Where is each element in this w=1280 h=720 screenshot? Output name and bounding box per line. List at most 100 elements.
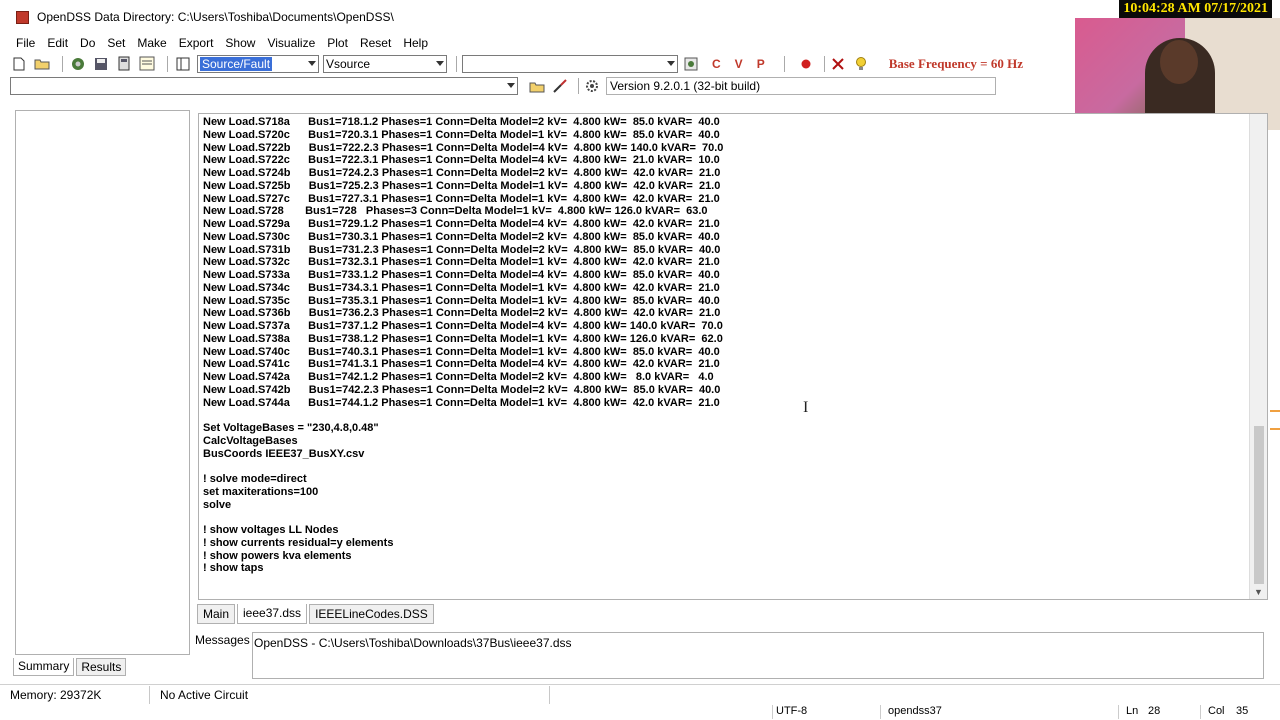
title-bar: OpenDSS Data Directory: C:\Users\Toshiba… [0, 0, 1075, 34]
menu-set[interactable]: Set [101, 36, 131, 50]
scrollbar-thumb[interactable] [1254, 426, 1264, 584]
divider [772, 705, 773, 719]
scroll-down-icon[interactable]: ▼ [1254, 587, 1263, 597]
script-line[interactable]: New Load.S741c Bus1=741.3.1 Phases=1 Con… [203, 358, 723, 371]
powers-button[interactable]: P [757, 57, 765, 71]
script-line[interactable]: New Load.S722c Bus1=722.3.1 Phases=1 Con… [203, 154, 723, 167]
script-line[interactable]: New Load.S720c Bus1=720.3.1 Phases=1 Con… [203, 129, 723, 142]
element-type-select[interactable]: Source/Fault [197, 54, 319, 73]
script-line[interactable] [203, 511, 723, 524]
menu-do[interactable]: Do [74, 36, 101, 50]
divider [880, 705, 881, 719]
clear-brush-icon[interactable] [551, 77, 569, 95]
script-line[interactable]: ! show voltages LL Nodes [203, 524, 723, 537]
script-line[interactable]: New Load.S731b Bus1=731.2.3 Phases=1 Con… [203, 244, 723, 257]
editor-scrollbar[interactable]: ▼ [1249, 114, 1267, 599]
menu-visualize[interactable]: Visualize [261, 36, 321, 50]
script-line[interactable]: New Load.S742b Bus1=742.2.3 Phases=1 Con… [203, 384, 723, 397]
script-line[interactable]: ! show currents residual=y elements [203, 537, 723, 550]
script-text[interactable]: New Load.S718a Bus1=718.1.2 Phases=1 Con… [203, 116, 723, 575]
chevron-down-icon [667, 60, 675, 66]
menu-make[interactable]: Make [131, 36, 172, 50]
circuit-status: No Active Circuit [150, 685, 550, 704]
script-line[interactable]: New Load.S718a Bus1=718.1.2 Phases=1 Con… [203, 116, 723, 129]
script-line[interactable]: New Load.S740c Bus1=740.3.1 Phases=1 Con… [203, 346, 723, 359]
new-file-icon[interactable] [10, 55, 28, 73]
command-history-select[interactable] [10, 77, 518, 95]
close-icon[interactable] [829, 55, 847, 73]
clock-overlay: 10:04:28 AM 07/17/2021 [1119, 0, 1272, 18]
summary-panel [15, 110, 190, 655]
voltages-button[interactable]: V [735, 57, 743, 71]
base-frequency-label: Base Frequency = 60 Hz [888, 55, 1023, 71]
memory-status: Memory: 29372K [0, 685, 150, 704]
script-line[interactable] [203, 409, 723, 422]
script-line[interactable]: New Load.S722b Bus1=722.2.3 Phases=1 Con… [203, 142, 723, 155]
script-line[interactable]: New Load.S732c Bus1=732.3.1 Phases=1 Con… [203, 256, 723, 269]
open-folder-icon[interactable] [528, 77, 546, 95]
element-name-value: Vsource [326, 56, 371, 71]
script-line[interactable]: CalcVoltageBases [203, 435, 723, 448]
divider [1118, 705, 1119, 719]
script-line[interactable] [203, 460, 723, 473]
record-icon[interactable] [797, 55, 815, 73]
script-line[interactable]: solve [203, 499, 723, 512]
menu-reset[interactable]: Reset [354, 36, 397, 50]
tab-summary[interactable]: Summary [13, 658, 75, 676]
chevron-down-icon [436, 60, 444, 66]
script-line[interactable]: New Load.S742a Bus1=742.1.2 Phases=1 Con… [203, 371, 723, 384]
summary-report-icon[interactable] [138, 55, 156, 73]
script-line[interactable]: ! solve mode=direct [203, 473, 723, 486]
tab-ieee37[interactable]: ieee37.dss [237, 604, 308, 624]
script-line[interactable]: New Load.S744a Bus1=744.1.2 Phases=1 Con… [203, 397, 723, 410]
line-label: Ln [1126, 705, 1139, 717]
tab-results[interactable]: Results [76, 658, 127, 676]
main-toolbar: Source/Fault Vsource C V P Base Frequenc… [0, 52, 1075, 75]
gear-icon[interactable] [583, 77, 601, 95]
script-line[interactable]: New Load.S730c Bus1=730.3.1 Phases=1 Con… [203, 231, 723, 244]
tab-ieee-line-codes[interactable]: IEEELineCodes.DSS [309, 604, 434, 624]
script-line[interactable]: Set VoltageBases = "230,4.8,0.48" [203, 422, 723, 435]
script-line[interactable]: New Load.S734c Bus1=734.3.1 Phases=1 Con… [203, 282, 723, 295]
open-folder-icon[interactable] [33, 55, 51, 73]
toolbar-separator [578, 78, 579, 94]
script-line[interactable]: New Load.S725b Bus1=725.2.3 Phases=1 Con… [203, 180, 723, 193]
edit-property-icon[interactable] [682, 55, 700, 73]
edge-marker [1270, 410, 1280, 430]
script-line[interactable]: New Load.S735c Bus1=735.3.1 Phases=1 Con… [203, 295, 723, 308]
tab-main[interactable]: Main [197, 604, 236, 624]
script-line[interactable]: New Load.S729a Bus1=729.1.2 Phases=1 Con… [203, 218, 723, 231]
menu-edit[interactable]: Edit [41, 36, 74, 50]
menu-export[interactable]: Export [173, 36, 220, 50]
webcam-face [1160, 40, 1198, 84]
menu-plot[interactable]: Plot [321, 36, 354, 50]
script-editor[interactable]: New Load.S718a Bus1=718.1.2 Phases=1 Con… [198, 113, 1268, 600]
compile-icon[interactable] [69, 55, 87, 73]
menu-help[interactable]: Help [397, 36, 434, 50]
toolbar-separator [783, 55, 785, 72]
script-line[interactable]: ! show taps [203, 562, 723, 575]
script-line[interactable]: New Load.S738a Bus1=738.1.2 Phases=1 Con… [203, 333, 723, 346]
save-icon[interactable] [92, 55, 110, 73]
script-line[interactable]: BusCoords IEEE37_BusXY.csv [203, 448, 723, 461]
script-line[interactable]: New Load.S737a Bus1=737.1.2 Phases=1 Con… [203, 320, 723, 333]
chevron-down-icon [507, 83, 515, 88]
calculator-icon[interactable] [115, 55, 133, 73]
currents-button[interactable]: C [712, 57, 721, 71]
script-line[interactable]: New Load.S724b Bus1=724.2.3 Phases=1 Con… [203, 167, 723, 180]
property-select[interactable] [462, 54, 678, 73]
script-line[interactable]: New Load.S733a Bus1=733.1.2 Phases=1 Con… [203, 269, 723, 282]
app-icon [16, 10, 29, 24]
script-line[interactable]: New Load.S727c Bus1=727.3.1 Phases=1 Con… [203, 193, 723, 206]
encoding-status: UTF-8 [776, 705, 808, 717]
script-line[interactable]: ! show powers kva elements [203, 550, 723, 563]
lightbulb-icon[interactable] [852, 55, 870, 73]
element-name-select[interactable]: Vsource [323, 54, 447, 73]
menu-show[interactable]: Show [219, 36, 261, 50]
script-line[interactable]: New Load.S728 Bus1=728 Phases=3 Conn=Del… [203, 205, 723, 218]
panel-icon[interactable] [174, 55, 192, 73]
messages-box: OpenDSS - C:\Users\Toshiba\Downloads\37B… [252, 632, 1264, 679]
script-line[interactable]: set maxiterations=100 [203, 486, 723, 499]
menu-file[interactable]: File [10, 36, 41, 50]
script-line[interactable]: New Load.S736b Bus1=736.2.3 Phases=1 Con… [203, 307, 723, 320]
